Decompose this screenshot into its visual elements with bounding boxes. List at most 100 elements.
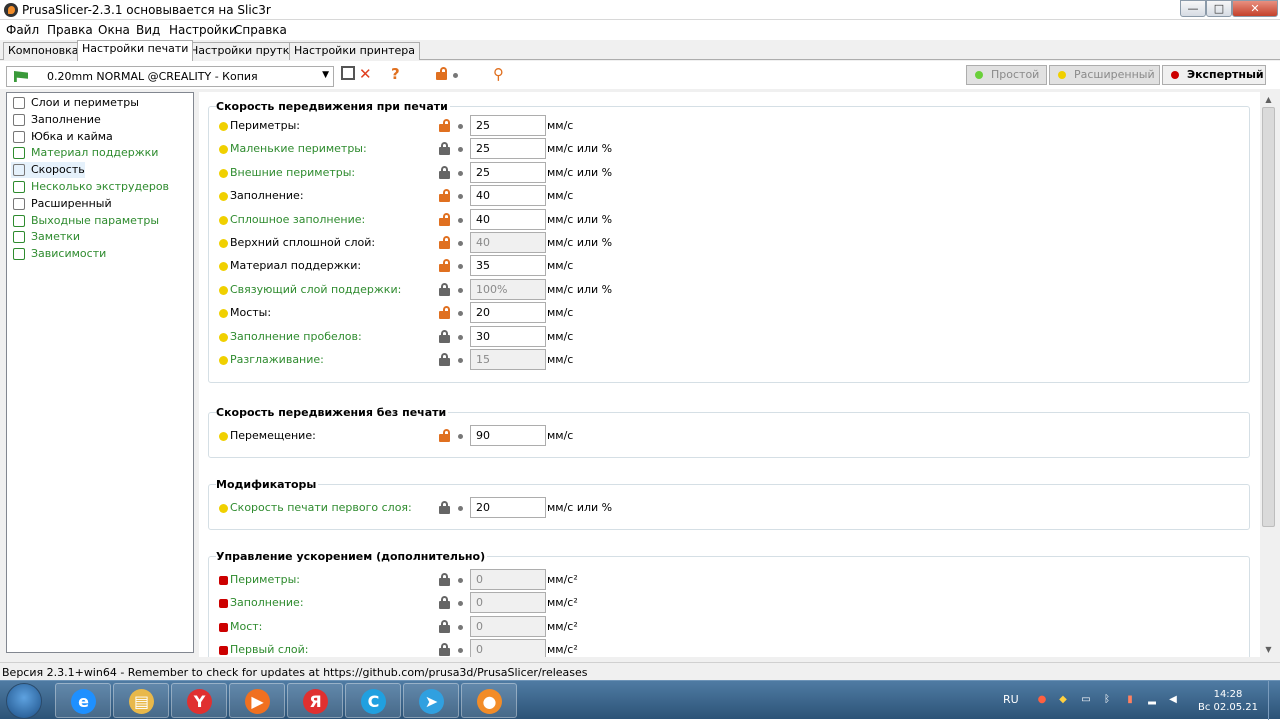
setting-input[interactable]: [470, 302, 546, 324]
bulb-icon[interactable]: ◆: [1057, 694, 1069, 706]
language-indicator[interactable]: RU: [1003, 693, 1019, 706]
lock-icon[interactable]: [436, 67, 447, 80]
bullet-icon: [458, 170, 463, 176]
setting-input[interactable]: [470, 161, 546, 183]
mode-simple-button[interactable]: Простой: [966, 65, 1047, 85]
maximize-button[interactable]: □: [1206, 0, 1232, 17]
setting-input[interactable]: [470, 592, 546, 614]
clock[interactable]: 14:28 Вс 02.05.21: [1196, 688, 1260, 714]
close-button[interactable]: ✕: [1232, 0, 1278, 17]
setting-input[interactable]: [470, 208, 546, 230]
sidebar-item-6[interactable]: Расширенный: [11, 196, 112, 212]
unlocked-icon[interactable]: [439, 259, 450, 273]
menu-edit[interactable]: Правка: [47, 23, 93, 37]
setting-input[interactable]: [470, 115, 546, 136]
setting-input[interactable]: [470, 639, 546, 657]
save-icon[interactable]: [341, 66, 355, 80]
help-icon[interactable]: ?: [391, 65, 400, 83]
lock-icon[interactable]: [439, 353, 450, 366]
sidebar-item-1[interactable]: Заполнение: [11, 112, 101, 128]
scrollbar-thumb[interactable]: [1262, 107, 1275, 527]
taskbar-app-7[interactable]: ●: [461, 683, 517, 718]
lock-icon[interactable]: [439, 282, 450, 296]
taskbar-app-2[interactable]: Y: [171, 683, 227, 718]
setting-unit: мм/с²: [547, 596, 578, 610]
tab-print-settings[interactable]: Настройки печати: [77, 40, 194, 61]
lock-icon[interactable]: [439, 643, 450, 657]
minimize-button[interactable]: —: [1180, 0, 1206, 17]
setting-label: Маленькие периметры:: [230, 142, 367, 156]
vertical-scrollbar[interactable]: ▲ ▼: [1261, 92, 1276, 657]
setting-unit: мм/с или %: [547, 501, 613, 514]
search-icon[interactable]: ⚲: [493, 65, 504, 83]
lock-icon[interactable]: [439, 329, 450, 343]
taskbar-app-6[interactable]: ➤: [403, 683, 459, 718]
setting-input[interactable]: [470, 615, 546, 637]
setting-input[interactable]: [470, 185, 546, 207]
unlocked-icon[interactable]: [439, 429, 450, 442]
menu-windows[interactable]: Окна: [98, 23, 130, 37]
taskbar-app-3[interactable]: ▶: [229, 683, 285, 718]
sidebar-item-2[interactable]: Юбка и кайма: [11, 129, 113, 145]
setting-input[interactable]: [470, 278, 546, 300]
mode-advanced-button[interactable]: Расширенный: [1049, 65, 1160, 85]
unlocked-icon[interactable]: [439, 119, 450, 132]
scroll-down-arrow-icon[interactable]: ▼: [1261, 642, 1276, 657]
delete-icon[interactable]: ✕: [359, 65, 372, 83]
sidebar-item-8[interactable]: Заметки: [11, 229, 80, 245]
sidebar-item-0[interactable]: Слои и периметры: [11, 95, 139, 111]
setting-label: Сплошное заполнение:: [230, 212, 366, 226]
setting-row: Заполнение: мм/с: [199, 185, 1249, 207]
taskbar-app-5[interactable]: C: [345, 683, 401, 718]
taskbar-app-4[interactable]: Я: [287, 683, 343, 718]
taskbar-app-1[interactable]: ▤: [113, 683, 169, 718]
lock-icon[interactable]: [439, 619, 450, 633]
menu-settings[interactable]: Настройки: [169, 23, 237, 37]
signal-icon[interactable]: ▂: [1146, 694, 1158, 706]
setting-input[interactable]: [470, 349, 546, 370]
power-icon[interactable]: ▮: [1124, 694, 1136, 706]
setting-input[interactable]: [470, 232, 546, 253]
setting-input[interactable]: [470, 255, 546, 277]
monitor-icon[interactable]: ▭: [1080, 694, 1092, 706]
notification-icon[interactable]: ●: [1036, 694, 1048, 706]
mode-expert-button[interactable]: Экспертный: [1162, 65, 1266, 85]
menu-file[interactable]: Файл: [6, 23, 39, 37]
setting-label: Заполнение пробелов:: [230, 329, 362, 343]
tab-plater[interactable]: Компоновка: [3, 42, 84, 60]
show-desktop-button[interactable]: [1268, 681, 1280, 720]
sidebar-item-9[interactable]: Зависимости: [11, 246, 106, 262]
bullet-icon: [453, 73, 458, 78]
setting-input[interactable]: [470, 138, 546, 160]
setting-unit: мм/с: [547, 306, 574, 320]
taskbar-app-0[interactable]: e: [55, 683, 111, 718]
setting-input[interactable]: [470, 497, 546, 518]
setting-row: Заполнение пробелов: мм/с: [199, 325, 1249, 348]
preset-dropdown[interactable]: 0.20mm NORMAL @CREALITY - Копия ▼: [6, 66, 334, 87]
sidebar-item-3[interactable]: Материал поддержки: [11, 145, 158, 161]
bullet-icon: [458, 287, 463, 293]
start-button[interactable]: [6, 683, 42, 719]
sidebar-item-5[interactable]: Несколько экструдеров: [11, 179, 169, 195]
volume-icon[interactable]: ◀: [1167, 694, 1179, 706]
sidebar-item-4[interactable]: Скорость: [11, 162, 85, 179]
tab-printer-settings[interactable]: Настройки принтера: [289, 42, 421, 60]
sidebar-item-7[interactable]: Выходные параметры: [11, 213, 159, 229]
lock-icon[interactable]: [439, 573, 450, 586]
unlocked-icon[interactable]: [439, 236, 450, 249]
menu-view[interactable]: Вид: [136, 23, 160, 37]
menu-help[interactable]: Справка: [234, 23, 287, 37]
tab-filament-settings[interactable]: Настройки прутка: [185, 42, 302, 60]
setting-input[interactable]: [470, 325, 546, 347]
unlocked-icon[interactable]: [439, 189, 450, 203]
scroll-up-arrow-icon[interactable]: ▲: [1261, 92, 1276, 107]
unlocked-icon[interactable]: [439, 306, 450, 320]
bluetooth-icon[interactable]: ᛒ: [1101, 694, 1113, 706]
lock-icon[interactable]: [439, 165, 450, 179]
lock-icon[interactable]: [439, 501, 450, 514]
lock-icon[interactable]: [439, 596, 450, 610]
unlocked-icon[interactable]: [439, 212, 450, 226]
lock-icon[interactable]: [439, 142, 450, 156]
setting-input[interactable]: [470, 569, 546, 590]
setting-input[interactable]: [470, 425, 546, 446]
